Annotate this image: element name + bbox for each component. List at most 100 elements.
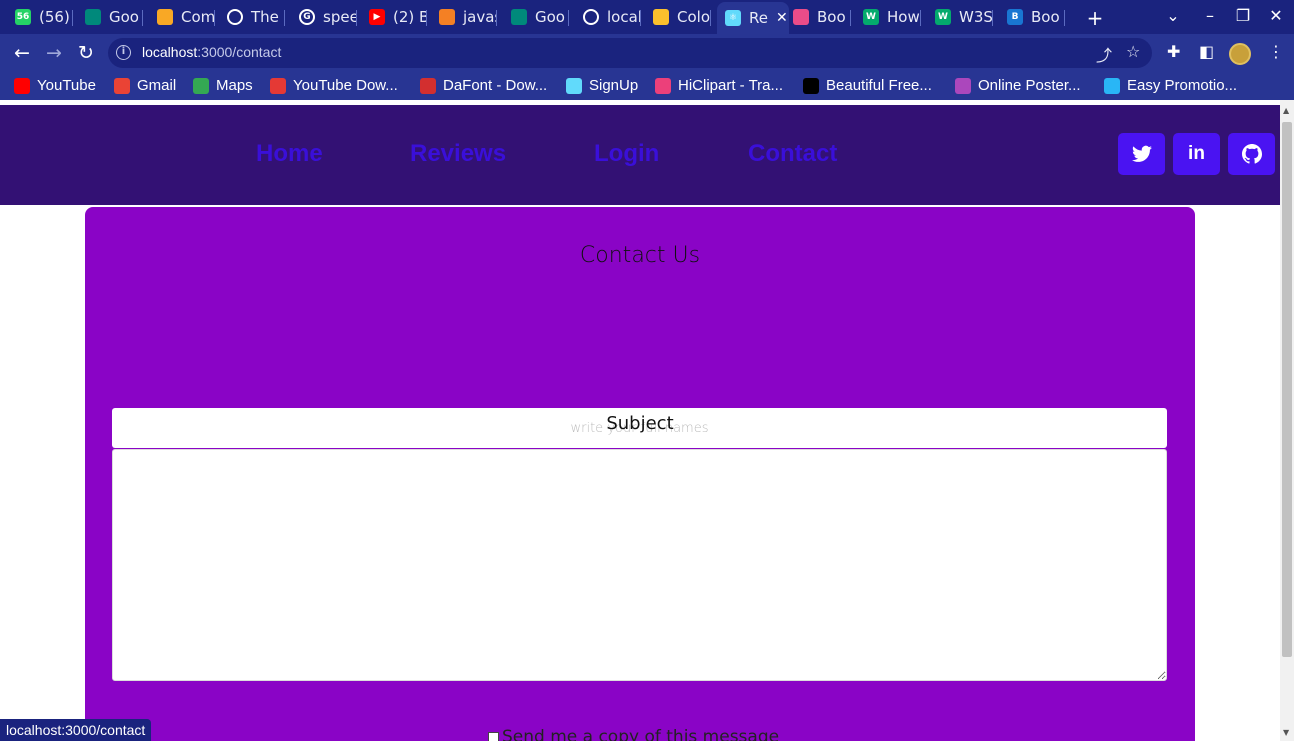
browser-tab[interactable]: ▶ (2) B	[369, 4, 427, 30]
hiclipart-icon	[655, 77, 671, 94]
send-copy-checkbox[interactable]	[488, 731, 499, 741]
tab-title: (56)	[39, 8, 70, 26]
tab-title: javas	[463, 8, 497, 26]
close-tab-icon[interactable]: ✕	[776, 10, 788, 26]
tab-title: local	[607, 8, 641, 26]
page-scrollbar[interactable]: ▲ ▼	[1280, 100, 1294, 741]
share-icon[interactable]: ⤴	[1096, 42, 1112, 66]
browser-tab[interactable]: javas	[439, 4, 497, 30]
tab-separator	[284, 10, 285, 26]
new-tab-button[interactable]: +	[1086, 6, 1104, 30]
bookmark-label: Easy Promotio...	[1127, 77, 1238, 94]
browser-tab[interactable]: Boo	[793, 4, 851, 30]
browser-tab[interactable]: 56 (56)	[15, 4, 73, 30]
restore-button[interactable]: ❐	[1233, 6, 1253, 25]
bookmark-label: Beautiful Free...	[826, 77, 932, 94]
bookmark-item[interactable]: Beautiful Free...	[803, 77, 932, 94]
site-info-icon[interactable]: i	[116, 45, 131, 60]
nav-link-login[interactable]: Login	[594, 140, 659, 168]
github-button[interactable]	[1228, 133, 1275, 175]
twitter-icon	[1131, 145, 1152, 162]
back-arrow-icon[interactable]: ←	[11, 42, 33, 64]
stackoverflow-icon	[439, 9, 455, 25]
w-icon: W	[935, 9, 951, 25]
bookmark-item[interactable]: Maps	[193, 77, 253, 94]
react-icon	[566, 77, 582, 94]
minimize-button[interactable]: –	[1200, 6, 1220, 25]
globe-icon	[583, 9, 599, 25]
browser-tab[interactable]: B Boo	[1007, 4, 1065, 30]
bookmark-item[interactable]: Easy Promotio...	[1104, 77, 1237, 94]
status-url-bubble: localhost:3000/contact	[0, 719, 152, 741]
browser-toolbar: ← → ↻ i localhost:3000/contact ⤴ ☆ ✚ ◧ ⋮	[0, 34, 1294, 72]
reload-icon[interactable]: ↻	[75, 42, 97, 64]
close-window-button[interactable]: ✕	[1266, 6, 1286, 25]
nav-link-reviews[interactable]: Reviews	[410, 140, 506, 168]
bookmark-label: Gmail	[137, 77, 177, 94]
whatsapp-icon: 56	[15, 9, 31, 25]
browser-tab[interactable]: Goo	[85, 4, 143, 30]
bookmark-item[interactable]: YouTube Dow...	[270, 77, 398, 94]
nav-link-contact[interactable]: Contact	[748, 140, 837, 168]
tab-title: How	[887, 8, 920, 26]
scroll-down-arrow-icon[interactable]: ▼	[1283, 728, 1289, 737]
gmail-icon	[114, 77, 130, 94]
bookmark-item[interactable]: SignUp	[566, 77, 638, 94]
bookmark-star-icon[interactable]: ☆	[1126, 42, 1140, 61]
linkedin-button[interactable]: in	[1173, 133, 1220, 175]
profile-avatar[interactable]	[1229, 43, 1251, 65]
send-copy-label: Send me a copy of this message	[502, 727, 780, 741]
browser-tab[interactable]: ⚛ Re ✕	[717, 2, 789, 34]
github-icon	[1241, 144, 1262, 164]
poster-icon	[955, 77, 971, 94]
browser-tab[interactable]: Colo	[653, 4, 711, 30]
react-icon: ⚛	[725, 10, 741, 26]
tab-separator	[1064, 10, 1065, 26]
twitter-button[interactable]	[1118, 133, 1165, 175]
address-url[interactable]: localhost:3000/contact	[142, 44, 281, 60]
bookmark-label: Online Poster...	[978, 77, 1081, 94]
bookmark-item[interactable]: HiClipart - Tra...	[655, 77, 783, 94]
bookmark-label: YouTube	[37, 77, 96, 94]
bookmark-item[interactable]: Gmail	[114, 77, 176, 94]
url-path: :3000/contact	[197, 44, 282, 60]
browser-tab[interactable]: W How	[863, 4, 921, 30]
menu-kebab-icon[interactable]: ⋮	[1268, 42, 1284, 61]
bookmark-label: SignUp	[589, 77, 639, 94]
browser-tab[interactable]: The	[227, 4, 285, 30]
linkedin-icon: in	[1188, 143, 1205, 164]
nav-link-home[interactable]: Home	[256, 140, 323, 168]
browser-tab[interactable]: Goo	[511, 4, 569, 30]
extensions-puzzle-icon[interactable]: ✚	[1167, 42, 1180, 61]
site-navbar: Home Reviews Login Contact in	[0, 105, 1280, 205]
bookmark-item[interactable]: DaFont - Dow...	[420, 77, 547, 94]
tab-title: (2) B	[393, 8, 427, 26]
scrollbar-thumb[interactable]	[1282, 122, 1292, 657]
browser-tab[interactable]: Gspee	[299, 4, 357, 30]
w-icon: W	[863, 9, 879, 25]
send-copy-row[interactable]: Send me a copy of this message	[488, 727, 779, 741]
tab-separator	[920, 10, 921, 26]
orange-app-icon	[157, 9, 173, 25]
bookmark-label: Maps	[216, 77, 253, 94]
browser-tab[interactable]: local	[583, 4, 641, 30]
scroll-up-arrow-icon[interactable]: ▲	[1283, 106, 1289, 115]
tab-separator	[426, 10, 427, 26]
browser-tab[interactable]: Com	[157, 4, 215, 30]
tab-title: Goo	[109, 8, 139, 26]
github-icon	[227, 9, 243, 25]
bookmark-item[interactable]: YouTube	[14, 77, 96, 94]
tab-title: spee	[323, 8, 357, 26]
side-panel-icon[interactable]: ◧	[1199, 42, 1214, 61]
browser-tab[interactable]: W W3S	[935, 4, 993, 30]
youtube-icon: ▶	[369, 9, 385, 25]
bookmark-item[interactable]: Online Poster...	[955, 77, 1081, 94]
tab-title: Boo	[1031, 8, 1060, 26]
tab-separator	[142, 10, 143, 26]
forward-arrow-icon[interactable]: →	[43, 42, 65, 64]
download-icon	[270, 77, 286, 94]
tab-separator	[356, 10, 357, 26]
message-textarea[interactable]	[112, 449, 1167, 681]
address-bar[interactable]: i localhost:3000/contact ⤴ ☆	[108, 38, 1152, 68]
tab-search-chevron-icon[interactable]: ⌄	[1163, 6, 1183, 25]
